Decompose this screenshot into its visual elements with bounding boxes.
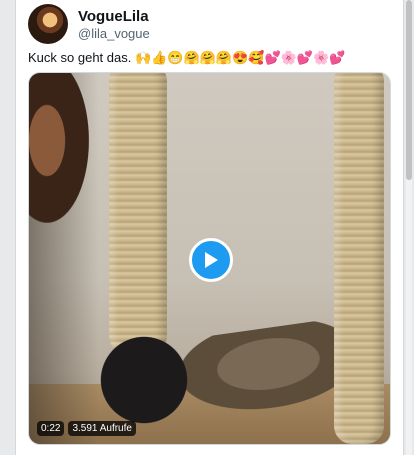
play-icon	[205, 252, 218, 268]
video-frame-scratching-post-right	[334, 73, 384, 444]
video-frame-person	[29, 73, 89, 223]
author-name[interactable]: VogueLila	[78, 8, 149, 25]
video-views: 3.591 Aufrufe	[68, 421, 136, 436]
scrollbar-thumb[interactable]	[406, 0, 412, 180]
play-button[interactable]	[189, 238, 233, 282]
tweet-text: Kuck so geht das. 🙌👍😁🤗🤗🤗😍🥰💕🌸💕🌸💕	[28, 50, 346, 65]
video-duration: 0:22	[37, 421, 65, 436]
video-frame-scratching-post-left	[109, 73, 167, 354]
avatar[interactable]	[28, 4, 68, 44]
author-handle[interactable]: @lila_vogue	[78, 26, 150, 41]
video-player[interactable]: 0:22 3.591 Aufrufe	[28, 72, 391, 445]
video-meta: 0:22 3.591 Aufrufe	[37, 421, 136, 436]
video-frame-cat	[89, 335, 199, 435]
tweet-card[interactable]: VogueLila @lila_vogue Kuck so geht das. …	[15, 0, 404, 455]
